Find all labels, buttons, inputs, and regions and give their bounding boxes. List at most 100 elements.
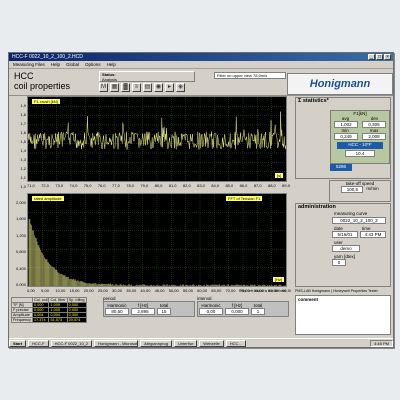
taskbar-item[interactable]: HCC-F: [28, 339, 49, 347]
period-b-value[interactable]: 2,895: [131, 308, 155, 315]
menu-item-help-2[interactable]: Help: [107, 61, 116, 68]
y-tick-label: 1,7: [20, 121, 26, 127]
period-c-value[interactable]: 15: [157, 308, 171, 315]
x-tick-label: 0,00: [27, 288, 36, 293]
target-icon[interactable]: ◉: [154, 83, 163, 92]
menu-item-help-1[interactable]: Help: [51, 61, 60, 68]
y-tick-label: 0,400: [15, 265, 26, 271]
speed-panel: take-off speed 100,5 m/min: [329, 180, 391, 202]
interval-a-value[interactable]: 0,00: [199, 308, 223, 315]
info-field: 5286: [330, 164, 352, 171]
x-tick-label: 84,0: [211, 183, 220, 188]
x-tick-label: 20,00: [84, 288, 95, 293]
results-header: Col. coil: [31, 297, 50, 303]
x-tick-label: 25,00: [98, 288, 109, 293]
hcc-value: 10.4: [345, 150, 375, 157]
comment-box[interactable]: comment: [295, 295, 391, 335]
y-tick-label: 1,4: [20, 148, 26, 154]
stat-min-value: 0,249: [334, 133, 358, 140]
row-label: Frequency: [11, 317, 33, 323]
taskbar-item[interactable]: Abspannprog: [140, 339, 172, 347]
x-tick-label: 40,00: [140, 288, 151, 293]
time-field: 4:43 PM: [360, 231, 386, 238]
play-icon[interactable]: ▸: [165, 83, 174, 92]
copyright-text: PMS-LAB Honigmann | Honeywell Properties…: [295, 289, 378, 293]
period-a-label: Harmonic: [107, 303, 127, 308]
system-clock: 4:45 PM: [370, 339, 393, 347]
x-tick-label: 35,00: [126, 288, 137, 293]
stat-max-value: 2,008: [362, 133, 386, 140]
interval-c-value[interactable]: 1: [251, 308, 265, 315]
x-tick-label: 71,0: [27, 183, 36, 188]
fft-plot[interactable]: [27, 193, 287, 287]
x-tick-label: 77,0: [112, 183, 121, 188]
comment-label: comment: [298, 297, 319, 302]
app-header: HCC coil properties Status: Analysis Fil…: [9, 69, 393, 96]
brand-logo: Honigmann: [309, 78, 371, 90]
minimize-icon[interactable]: _: [368, 54, 375, 60]
maximize-icon[interactable]: □: [376, 54, 383, 60]
y-tick-label: 1,5: [20, 139, 26, 145]
x-tick-label: 81,0: [169, 183, 178, 188]
statistics-title: Σ statistics*: [298, 98, 329, 104]
x-tick-label: 89,0: [282, 183, 291, 188]
period-a-value[interactable]: 80,50: [105, 308, 129, 315]
table-row: Frequency 17,374 51,573 20,574: [11, 317, 87, 323]
taskbar-item[interactable]: Honigmann - Microsoft: [94, 339, 139, 347]
taskbar-item[interactable]: HCC-F 0022_10_2: [50, 339, 93, 347]
taskbar-item[interactable]: Webzelle: [199, 339, 224, 347]
list-icon[interactable]: ≡: [132, 83, 141, 92]
fft-plot-label-right: FFT of Tension F1: [225, 195, 264, 202]
x-tick-label: 60,00: [197, 288, 208, 293]
statistics-panel: Σ statistics* F1[kN] avg dev 1,002 0,305…: [295, 97, 391, 179]
time-plot-x-axis: 71,0 72,0 73,0 74,0 75,0 76,0 77,0 78,0 79,0 80,0…: [27, 183, 291, 188]
fft-plot-unit: [Hz]: [272, 276, 286, 283]
notes-text: Pnts. left: value is not defined: [239, 289, 286, 293]
row-label: Amplitude: [11, 312, 33, 318]
time-plot-unit: [s]: [274, 172, 285, 179]
x-tick-label: 74,0: [70, 183, 79, 188]
x-tick-label: 65,00: [211, 288, 222, 293]
results-table-panel: Col. coil Col. fiber Sp. Idling TF [N] 0…: [11, 297, 91, 323]
menu-item-global[interactable]: Global: [66, 61, 79, 68]
x-tick-label: 10,00: [55, 288, 66, 293]
x-tick-label: 30,00: [112, 288, 123, 293]
speed-value: 100,5: [341, 186, 364, 193]
table-cell: 51,573: [48, 317, 68, 323]
start-button[interactable]: Start: [9, 339, 27, 347]
user-field: demo: [332, 245, 360, 252]
x-tick-label: 15,00: [70, 288, 81, 293]
grid-icon[interactable]: ▦: [110, 83, 119, 92]
time-plot[interactable]: [27, 96, 287, 182]
menu-item-options[interactable]: Options: [85, 61, 101, 68]
x-tick-label: 50,00: [169, 288, 180, 293]
y-tick-label: 1,600: [15, 216, 26, 222]
table-icon[interactable]: ▤: [143, 83, 152, 92]
interval-b-value[interactable]: 0,000: [225, 308, 249, 315]
x-tick-label: 70,00: [225, 288, 236, 293]
y-tick-label: 1,3: [20, 157, 26, 163]
x-tick-label: 75,0: [84, 183, 93, 188]
window-titlebar[interactable]: HCC-F 0022_10_2_100_2.HCD _ □ ×: [9, 53, 393, 61]
date-field: 5/16/01: [332, 231, 358, 238]
measure-icon[interactable]: M: [99, 83, 108, 92]
x-tick-label: 79,0: [140, 183, 149, 188]
y-tick-label: 1,8: [20, 112, 26, 118]
taskbar-item[interactable]: HCC...: [225, 339, 246, 347]
diamond-icon[interactable]: ◈: [176, 83, 185, 92]
interval-panel: interval Harmonic 0,00 f [Hz] 0,000 tota…: [197, 296, 289, 317]
table-cell: 17,374: [31, 317, 50, 323]
taskbar-item[interactable]: Unterflur: [173, 339, 198, 347]
close-icon[interactable]: ×: [384, 54, 391, 60]
measuring-curve-field: 0022_10_2_100_2: [332, 217, 386, 224]
y-tick-label: 2,000: [15, 200, 26, 205]
x-tick-label: 82,0: [183, 183, 192, 188]
results-header: Col. fiber: [48, 297, 68, 303]
x-tick-label: 78,0: [126, 183, 135, 188]
fill-icon[interactable]: ▓: [121, 83, 130, 92]
menu-item-measuring-files[interactable]: Measuring Files: [13, 61, 45, 68]
fft-plot-label: rated amplitude: [31, 195, 65, 202]
x-tick-label: 76,0: [98, 183, 107, 188]
toolbar: M ▦ ▓ ≡ ▤ ◉ ▸ ◈: [99, 83, 185, 92]
stat-dev-value: 0,305: [362, 121, 386, 128]
